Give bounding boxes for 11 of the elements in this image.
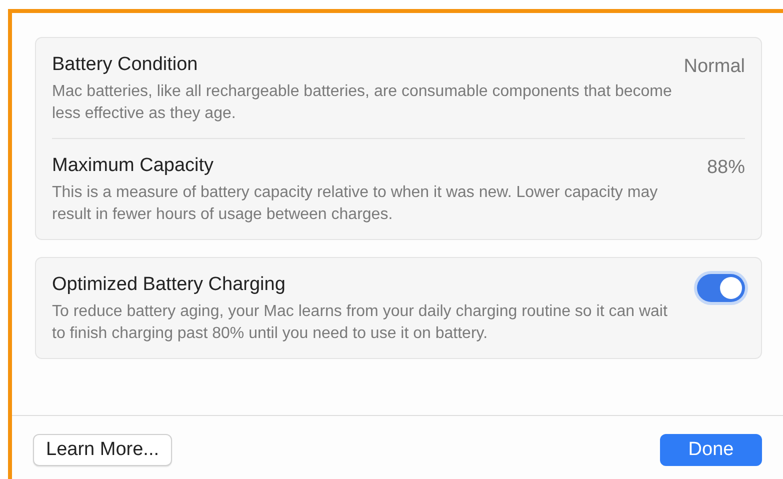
setting-value: 88% bbox=[706, 157, 745, 179]
setting-description: To reduce battery aging, your Mac learns from your daily charging routine so it can wait to finish charging past 80% until you need to use it on battery. bbox=[52, 302, 668, 344]
toggle-switch[interactable] bbox=[697, 274, 745, 302]
setting-value: Normal bbox=[684, 56, 745, 78]
setting-title: Maximum Capacity bbox=[52, 155, 215, 177]
done-button[interactable]: Done bbox=[660, 434, 762, 466]
setting-title: Battery Condition bbox=[52, 54, 199, 76]
setting-description: This is a measure of battery capacity relative to when it was new. Lower capacity may result in fewer hours of usage between charges. bbox=[52, 183, 659, 225]
learn-more-button[interactable]: Learn More... bbox=[33, 434, 172, 466]
setting-title: Optimized Battery Charging bbox=[52, 274, 286, 296]
setting-description: Mac batteries, like all rechargeable batteries, are consumable components that become less effective as they age. bbox=[52, 82, 672, 124]
